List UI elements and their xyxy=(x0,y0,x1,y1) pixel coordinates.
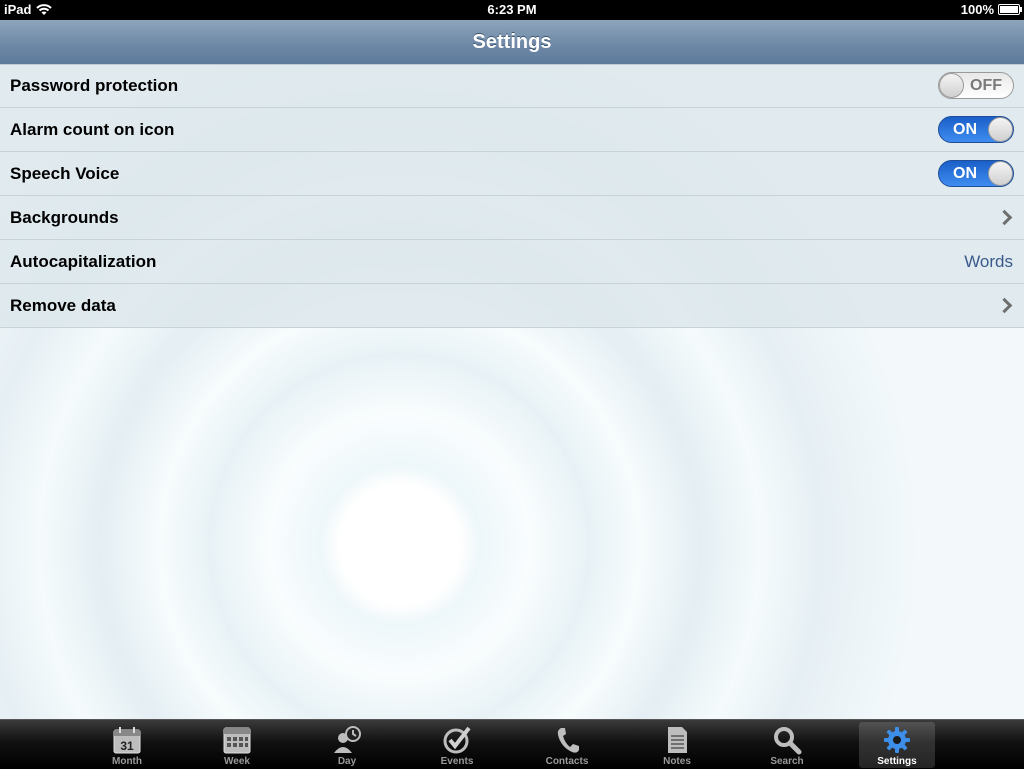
calendar-day-number: 31 xyxy=(120,739,134,753)
tab-label: Notes xyxy=(663,756,691,767)
switch-knob xyxy=(988,161,1013,186)
calendar-month-icon: 31 xyxy=(113,727,141,754)
gear-icon xyxy=(884,727,910,753)
switch-knob xyxy=(988,117,1013,142)
switch-state: OFF xyxy=(970,77,1002,94)
setting-label: Autocapitalization xyxy=(10,251,157,271)
calendar-week-icon xyxy=(223,727,251,754)
tab-month[interactable]: 31 Month xyxy=(89,722,165,768)
speech-voice-switch[interactable]: ON xyxy=(938,160,1014,187)
battery-percent: 100% xyxy=(960,2,994,17)
setting-row-remove-data[interactable]: Remove data xyxy=(0,284,1024,328)
setting-value: Words xyxy=(964,251,1013,271)
tab-bar: 31 Month Week Day Events Contacts Notes … xyxy=(0,719,1024,769)
tab-search[interactable]: Search xyxy=(749,722,825,768)
tab-label: Week xyxy=(224,756,250,767)
setting-label: Password protection xyxy=(10,75,179,95)
nav-bar: Settings xyxy=(0,20,1024,65)
note-icon xyxy=(668,727,687,753)
switch-knob xyxy=(939,73,964,98)
tab-week[interactable]: Week xyxy=(199,722,275,768)
switch-state: ON xyxy=(953,165,977,182)
tab-label: Month xyxy=(112,756,142,767)
tab-settings[interactable]: Settings xyxy=(859,722,935,768)
tab-label: Search xyxy=(770,756,804,767)
tab-events[interactable]: Events xyxy=(419,722,495,768)
tab-label: Day xyxy=(337,756,357,767)
setting-label: Remove data xyxy=(10,295,116,315)
phone-icon xyxy=(557,728,579,753)
setting-label: Speech Voice xyxy=(10,163,120,183)
status-bar: iPad 6:23 PM 100% xyxy=(0,0,1024,20)
setting-row-alarm-count[interactable]: Alarm count on icon ON xyxy=(0,108,1024,152)
checkmark-circle-icon xyxy=(443,726,471,754)
settings-list: Password protection OFF Alarm count on i… xyxy=(0,64,1024,328)
person-clock-icon xyxy=(334,726,361,753)
password-protection-switch[interactable]: OFF xyxy=(938,72,1014,99)
setting-row-backgrounds[interactable]: Backgrounds xyxy=(0,196,1024,240)
tab-day[interactable]: Day xyxy=(309,722,385,768)
tab-label: Settings xyxy=(877,756,917,767)
alarm-count-switch[interactable]: ON xyxy=(938,116,1014,143)
status-time: 6:23 PM xyxy=(487,2,537,17)
tab-label: Contacts xyxy=(545,756,589,767)
switch-state: ON xyxy=(953,121,977,138)
setting-label: Backgrounds xyxy=(10,207,119,227)
tab-label: Events xyxy=(440,756,474,767)
setting-label: Alarm count on icon xyxy=(10,119,175,139)
tab-notes[interactable]: Notes xyxy=(639,722,715,768)
battery-icon xyxy=(998,4,1022,15)
chevron-right-icon xyxy=(996,209,1013,226)
tab-contacts[interactable]: Contacts xyxy=(529,722,605,768)
page-title: Settings xyxy=(472,31,552,53)
magnifier-icon xyxy=(774,727,802,755)
setting-row-speech-voice[interactable]: Speech Voice ON xyxy=(0,152,1024,196)
setting-row-autocapitalization[interactable]: Autocapitalization Words xyxy=(0,240,1024,284)
chevron-right-icon xyxy=(996,297,1013,314)
setting-row-password-protection[interactable]: Password protection OFF xyxy=(0,64,1024,108)
